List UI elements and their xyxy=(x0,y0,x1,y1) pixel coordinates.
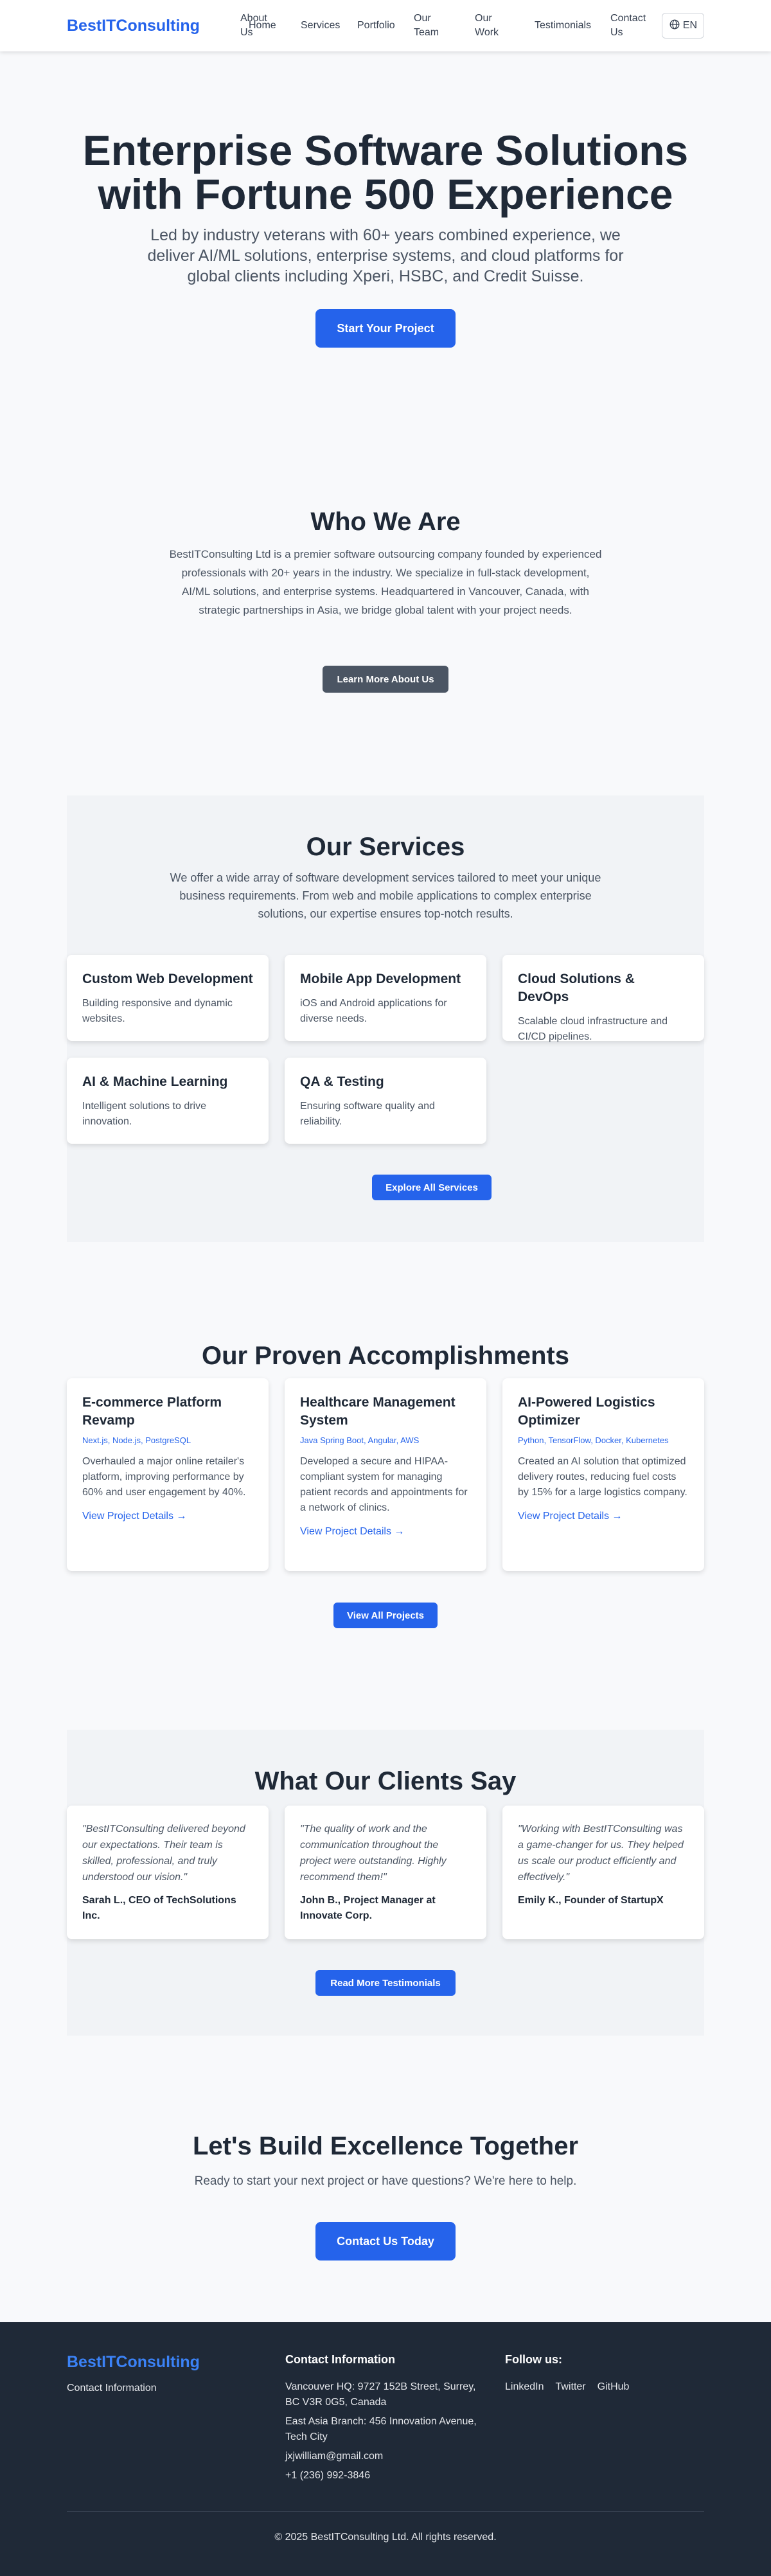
hero-subtitle: Led by industry veterans with 60+ years … xyxy=(147,226,624,285)
brand-logo[interactable]: BestITConsulting xyxy=(67,17,200,35)
cta-title: Let's Build Excellence Together xyxy=(192,2132,579,2160)
service-title: Cloud Solutions & DevOps xyxy=(518,972,635,1004)
testimonial-card: "The quality of work and the communicati… xyxy=(285,1806,486,1939)
project-text: Overhauled a major online retailer's pla… xyxy=(82,1456,246,1498)
view-all-projects-button[interactable]: View All Projects xyxy=(333,1603,438,1628)
social-links: LinkedIn Twitter GitHub xyxy=(505,2379,704,2395)
footer-email[interactable]: jxjwilliam@gmail.com xyxy=(285,2449,491,2464)
footer-branch-address: East Asia Branch: 456 Innovation Avenue,… xyxy=(285,2416,477,2442)
service-card[interactable]: Mobile App Development iOS and Android a… xyxy=(285,955,486,1041)
footer-copyright: © 2025 BestITConsulting Ltd. All rights … xyxy=(274,2532,497,2543)
explore-services-button[interactable]: Explore All Services xyxy=(372,1175,492,1200)
read-more-testimonials-button[interactable]: Read More Testimonials xyxy=(315,1970,456,1996)
service-card[interactable]: QA & Testing Ensuring software quality a… xyxy=(285,1058,486,1144)
hero-title: Enterprise Software Solutions with Fortu… xyxy=(82,127,689,218)
service-text: iOS and Android applications for diverse… xyxy=(300,998,447,1024)
footer-brand-column: BestITConsulting Contact Information xyxy=(67,2353,260,2396)
service-title: Custom Web Development xyxy=(82,972,253,986)
learn-more-button[interactable]: Learn More About Us xyxy=(323,666,448,693)
nav-contact-us[interactable]: Contact Us xyxy=(610,12,649,40)
footer-contact-link[interactable]: Contact Information xyxy=(67,2381,260,2396)
testimonial-card: "Working with BestITConsulting was a gam… xyxy=(502,1806,704,1939)
footer-phone[interactable]: +1 (236) 992-3846 xyxy=(285,2468,491,2483)
site-header: BestITConsulting Home About Us Services … xyxy=(0,0,771,51)
project-title: Healthcare Management System xyxy=(300,1395,456,1428)
twitter-link[interactable]: Twitter xyxy=(556,2379,586,2395)
accomplishments-title: Our Proven Accomplishments xyxy=(202,1342,569,1370)
service-title: Mobile App Development xyxy=(300,972,461,986)
linkedin-link[interactable]: LinkedIn xyxy=(505,2379,544,2395)
footer-contact-column: Contact Information Vancouver HQ: 9727 1… xyxy=(285,2353,491,2483)
service-text: Intelligent solutions to drive innovatio… xyxy=(82,1101,206,1127)
service-title: QA & Testing xyxy=(300,1074,384,1089)
footer-brand[interactable]: BestITConsulting xyxy=(67,2353,260,2372)
start-project-button[interactable]: Start Your Project xyxy=(315,309,456,348)
globe-icon xyxy=(669,19,680,33)
project-details-link[interactable]: View Project Details → xyxy=(518,1511,689,1522)
service-text: Scalable cloud infrastructure and CI/CD … xyxy=(518,1016,668,1042)
testimonial-quote: "Working with BestITConsulting was a gam… xyxy=(518,1824,684,1883)
who-title: Who We Are xyxy=(310,508,461,536)
project-text: Developed a secure and HIPAA-compliant s… xyxy=(300,1456,468,1513)
cta-text: Ready to start your next project or have… xyxy=(194,2174,577,2188)
nav-our-work[interactable]: Our Work xyxy=(475,12,513,40)
github-link[interactable]: GitHub xyxy=(598,2379,630,2395)
project-title: E-commerce Platform Revamp xyxy=(82,1395,222,1428)
service-card[interactable]: AI & Machine Learning Intelligent soluti… xyxy=(67,1058,269,1144)
service-text: Ensuring software quality and reliabilit… xyxy=(300,1101,435,1127)
project-title: AI-Powered Logistics Optimizer xyxy=(518,1395,655,1428)
footer-hq-address: Vancouver HQ: 9727 152B Street, Surrey, … xyxy=(285,2381,476,2408)
hero-section: Enterprise Software Solutions with Fortu… xyxy=(0,51,771,437)
services-intro: We offer a wide array of software develo… xyxy=(170,871,601,920)
project-tech: Java Spring Boot, Angular, AWS xyxy=(300,1435,420,1445)
footer-follow-heading: Follow us: xyxy=(505,2353,562,2366)
nav-portfolio[interactable]: Portfolio xyxy=(357,19,395,33)
project-card: E-commerce Platform Revamp Next.js, Node… xyxy=(67,1378,269,1571)
language-switcher[interactable]: EN xyxy=(661,13,704,39)
nav-about-us[interactable]: About Us xyxy=(240,12,279,40)
footer-contact-heading: Contact Information xyxy=(285,2353,395,2366)
project-card: Healthcare Management System Java Spring… xyxy=(285,1378,486,1571)
nav-testimonials[interactable]: Testimonials xyxy=(535,19,591,33)
testimonial-author: John B., Project Manager at Innovate Cor… xyxy=(300,1895,436,1921)
project-text: Created an AI solution that optimized de… xyxy=(518,1456,687,1498)
nav-services[interactable]: Services xyxy=(301,19,340,33)
footer-social-column: Follow us: LinkedIn Twitter GitHub xyxy=(505,2353,704,2395)
services-title: Our Services xyxy=(306,833,465,861)
nav-our-team[interactable]: Our Team xyxy=(414,12,452,40)
testimonial-card: "BestITConsulting delivered beyond our e… xyxy=(67,1806,269,1939)
site-footer: BestITConsulting Contact Information Con… xyxy=(0,2322,771,2576)
testimonial-quote: "The quality of work and the communicati… xyxy=(300,1824,447,1883)
testimonial-quote: "BestITConsulting delivered beyond our e… xyxy=(82,1824,245,1883)
contact-us-button[interactable]: Contact Us Today xyxy=(315,2222,456,2261)
project-tech: Python, TensorFlow, Docker, Kubernetes xyxy=(518,1435,669,1445)
service-card[interactable]: Custom Web Development Building responsi… xyxy=(67,955,269,1041)
footer-divider xyxy=(67,2511,704,2512)
project-card: AI-Powered Logistics Optimizer Python, T… xyxy=(502,1378,704,1571)
project-details-link[interactable]: View Project Details → xyxy=(82,1511,253,1522)
testimonials-title: What Our Clients Say xyxy=(254,1767,517,1795)
service-title: AI & Machine Learning xyxy=(82,1074,228,1089)
language-label: EN xyxy=(682,20,697,31)
project-details-link[interactable]: View Project Details → xyxy=(300,1526,471,1538)
service-text: Building responsive and dynamic websites… xyxy=(82,998,233,1024)
service-card[interactable]: Cloud Solutions & DevOps Scalable cloud … xyxy=(502,955,704,1042)
testimonial-author: Sarah L., CEO of TechSolutions Inc. xyxy=(82,1895,236,1921)
testimonial-author: Emily K., Founder of StartupX xyxy=(518,1895,664,1906)
project-tech: Next.js, Node.js, PostgreSQL xyxy=(82,1435,191,1445)
who-text: BestITConsulting Ltd is a premier softwa… xyxy=(169,548,602,616)
